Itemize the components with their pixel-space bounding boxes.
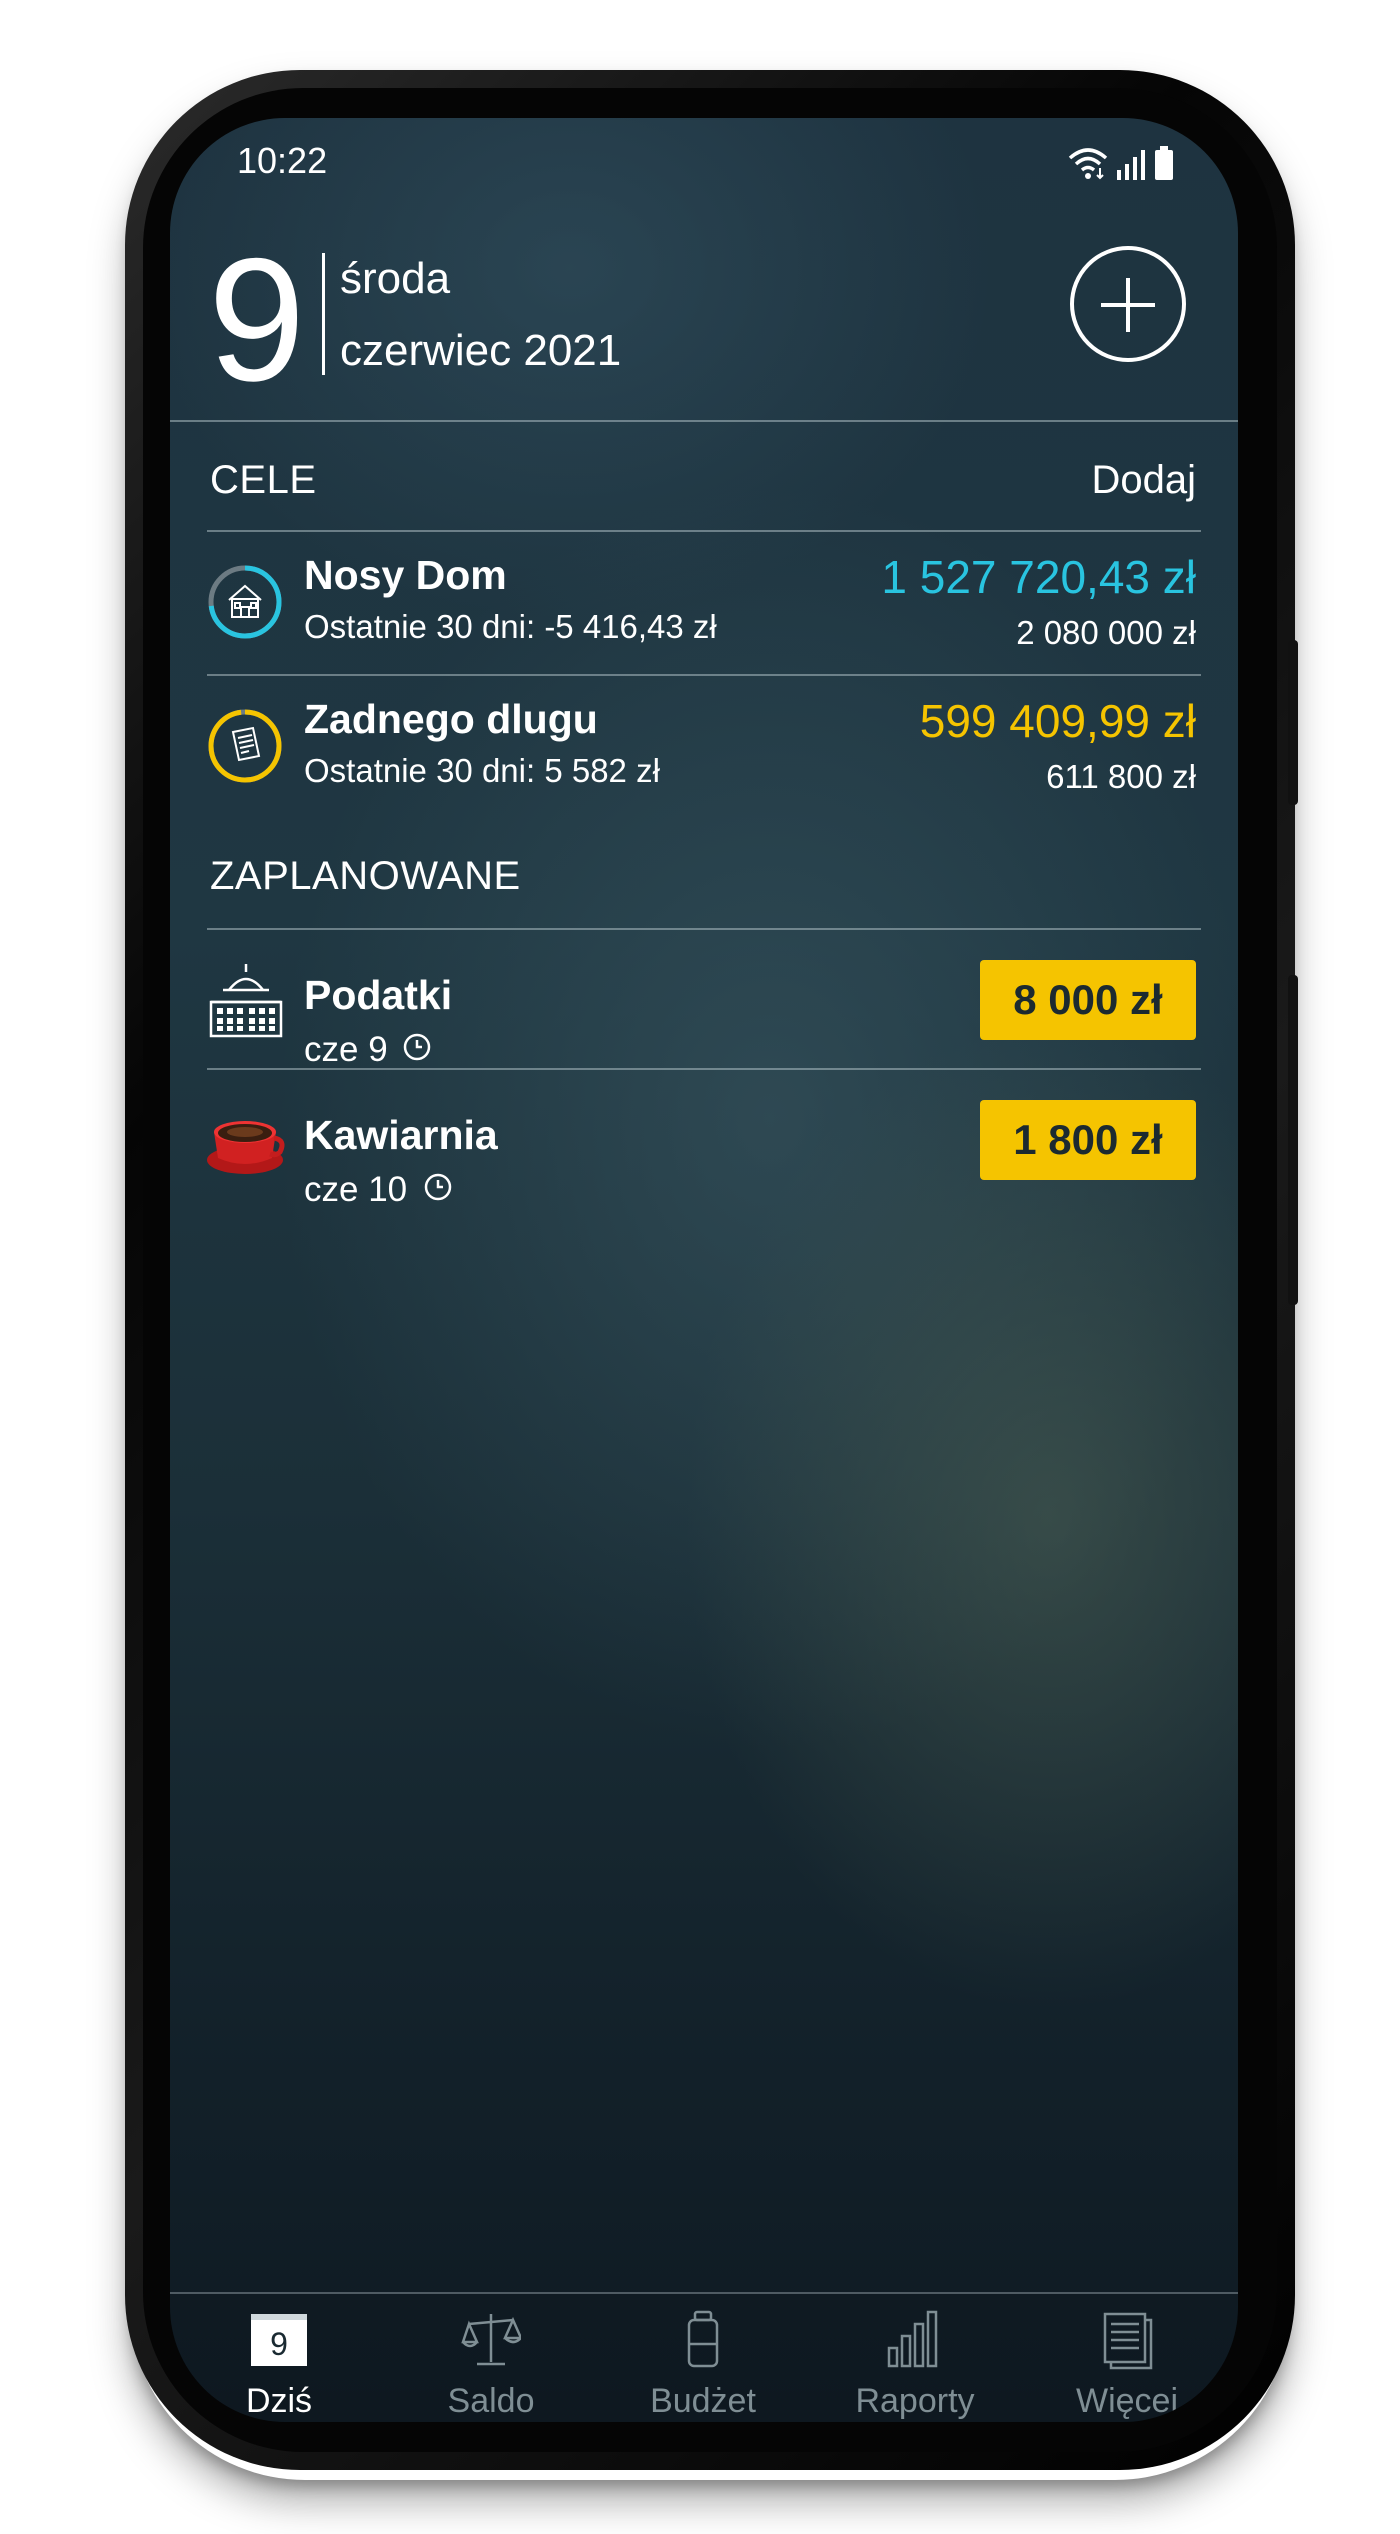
phone-side-button-upper xyxy=(1288,640,1298,805)
planned-name: Kawiarnia xyxy=(304,1112,498,1158)
goal-progress-ring xyxy=(208,709,282,783)
government-building-icon xyxy=(209,964,283,1038)
goals-section-title: CELE xyxy=(210,458,317,502)
house-icon xyxy=(228,584,262,618)
planned-divider xyxy=(207,928,1201,930)
budget-jar-icon xyxy=(687,2310,719,2368)
status-time: 10:22 xyxy=(237,140,328,181)
goal-amount: 1 527 720,43 zł xyxy=(881,551,1196,603)
planned-section-title: ZAPLANOWANE xyxy=(210,854,521,898)
goal-divider xyxy=(207,674,1201,676)
wifi-icon xyxy=(1068,148,1108,180)
app-screen: 10:22 9 środa czerwiec 2021 CELE Dodaj N… xyxy=(170,118,1238,2422)
signal-icon xyxy=(1117,150,1145,180)
nav-label: Więcej xyxy=(1075,2382,1179,2420)
nav-tab-reports[interactable]: Raporty xyxy=(825,2294,1005,2422)
battery-icon xyxy=(1155,146,1173,180)
goal-name: Nosy Dom xyxy=(304,552,507,598)
header-divider xyxy=(170,420,1238,422)
phone-side-button-lower xyxy=(1288,975,1298,1305)
date-divider xyxy=(322,253,325,375)
nav-label: Dziś xyxy=(245,2382,313,2420)
planned-date: cze 9 xyxy=(304,1030,388,1069)
bar-chart-icon xyxy=(887,2310,938,2368)
bottom-navigation: 9 Dziś Saldo Budżet Raporty Więcej xyxy=(170,2292,1238,2422)
scales-icon xyxy=(461,2314,521,2366)
nav-tab-today[interactable]: 9 Dziś xyxy=(189,2294,369,2422)
nav-tab-balance[interactable]: Saldo xyxy=(401,2294,581,2422)
document-icon xyxy=(231,726,261,762)
add-goal-link[interactable]: Dodaj xyxy=(1091,458,1196,503)
add-transaction-button[interactable] xyxy=(1070,246,1186,362)
clock-icon xyxy=(403,1033,431,1061)
nav-tab-budget[interactable]: Budżet xyxy=(613,2294,793,2422)
planned-amount-badge: 1 800 zł xyxy=(980,1100,1196,1180)
nav-tab-more[interactable]: Więcej xyxy=(1037,2294,1217,2422)
planned-amount-badge: 8 000 zł xyxy=(980,960,1196,1040)
date-day-number: 9 xyxy=(208,223,305,418)
planned-date: cze 10 xyxy=(304,1170,408,1209)
planned-item-divider xyxy=(207,1068,1201,1070)
coffee-cup-icon xyxy=(207,1121,285,1174)
nav-label: Saldo xyxy=(447,2382,535,2420)
goal-amount: 599 409,99 zł xyxy=(919,695,1196,747)
calendar-day-number: 9 xyxy=(270,2326,288,2362)
documents-icon xyxy=(1103,2312,1153,2370)
goal-subtitle: Ostatnie 30 dni: -5 416,43 zł xyxy=(304,608,717,645)
clock-icon xyxy=(424,1173,452,1201)
date-weekday: środa xyxy=(340,254,451,303)
nav-label: Raporty xyxy=(855,2382,975,2420)
goals-divider xyxy=(207,530,1201,532)
planned-name: Podatki xyxy=(304,972,453,1018)
goal-target: 611 800 zł xyxy=(1046,758,1196,795)
goal-progress-ring xyxy=(208,565,282,639)
status-bar: 10:22 xyxy=(170,118,1238,198)
date-month-year: czerwiec 2021 xyxy=(340,326,622,375)
goal-target: 2 080 000 zł xyxy=(1016,614,1196,651)
goal-subtitle: Ostatnie 30 dni: 5 582 zł xyxy=(304,752,660,789)
goal-name: Zadnego dlugu xyxy=(304,696,598,742)
nav-label: Budżet xyxy=(650,2382,756,2420)
status-icons xyxy=(1068,140,1174,180)
